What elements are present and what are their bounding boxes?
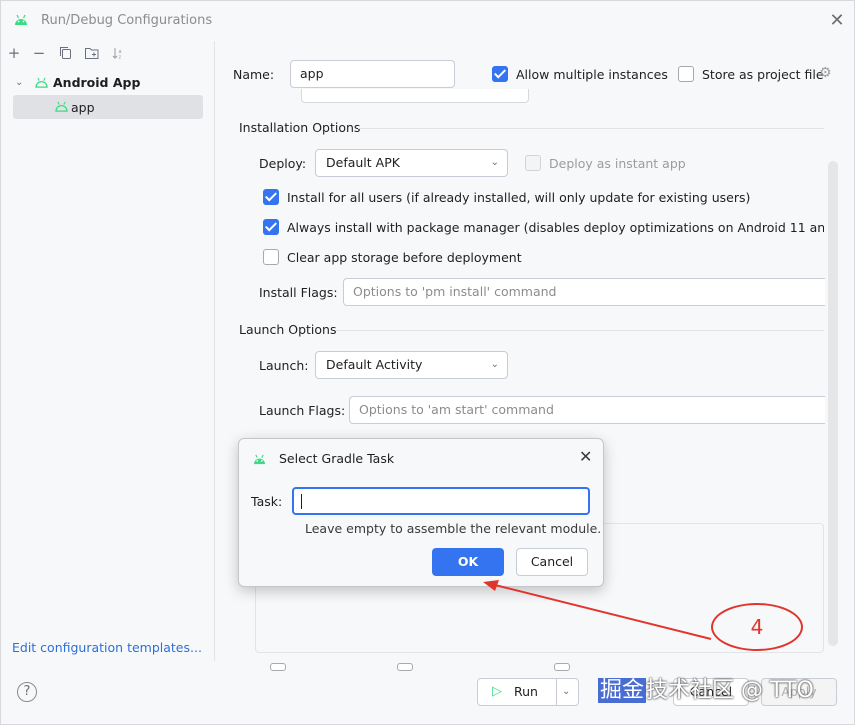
- run-debug-configurations-window: Run/Debug Configurations ✕ + − a z ⌄ And…: [0, 0, 855, 725]
- store-project-file-label: Store as project file: [702, 67, 824, 82]
- deploy-value: Default APK: [326, 155, 400, 170]
- annotation-step-circle: 4: [711, 603, 803, 651]
- deploy-label: Deploy:: [259, 156, 307, 171]
- gear-icon[interactable]: ⚙: [819, 65, 832, 81]
- divider: [358, 128, 824, 129]
- always-install-pm-label: Always install with package manager (dis…: [287, 220, 824, 235]
- always-install-pm-label-clip: Always install with package manager (dis…: [287, 220, 824, 235]
- text-cursor: [301, 494, 302, 509]
- ok-label: OK: [457, 554, 479, 569]
- chevron-down-icon: ⌄: [490, 157, 499, 168]
- add-icon[interactable]: +: [6, 45, 22, 61]
- installation-section-title: Installation Options: [239, 120, 361, 135]
- name-value: app: [300, 66, 324, 81]
- task-label: Task:: [251, 494, 283, 509]
- run-button[interactable]: ▷ Run ⌄: [477, 678, 579, 706]
- clipped-field-edge: [301, 89, 529, 103]
- android-icon: [35, 77, 48, 88]
- select-gradle-task-dialog: Select Gradle Task ✕ Task: Leave empty t…: [238, 438, 604, 587]
- remove-icon[interactable]: −: [31, 45, 47, 61]
- tree-group-label: Android App: [53, 75, 141, 90]
- tree-group-android-app[interactable]: ⌄ Android App: [15, 71, 205, 95]
- sort-icon[interactable]: a z: [111, 46, 125, 60]
- new-folder-icon[interactable]: [84, 46, 100, 60]
- install-flags-placeholder: Options to 'pm install' command: [353, 284, 557, 299]
- clear-storage-checkbox[interactable]: [263, 249, 279, 265]
- clear-storage-label: Clear app storage before deployment: [287, 250, 522, 265]
- help-button[interactable]: ?: [17, 682, 37, 702]
- launch-section-title: Launch Options: [239, 322, 337, 337]
- copy-icon[interactable]: [59, 46, 73, 60]
- launch-flags-placeholder: Options to 'am start' command: [359, 402, 554, 417]
- android-icon: [254, 454, 265, 465]
- android-icon: [15, 14, 27, 25]
- deploy-instant-checkbox: [525, 155, 541, 171]
- task-input[interactable]: [292, 487, 590, 515]
- watermark-rest: 技术社区 @ TTO: [646, 678, 814, 703]
- launch-value: Default Activity: [326, 357, 423, 372]
- deploy-select[interactable]: Default APK ⌄: [315, 149, 508, 177]
- svg-text:z: z: [119, 55, 122, 61]
- edit-templates-link[interactable]: Edit configuration templates...: [12, 640, 202, 655]
- close-icon[interactable]: ✕: [579, 447, 592, 466]
- chevron-down-icon: ⌄: [490, 359, 499, 370]
- help-label: ?: [23, 684, 31, 699]
- watermark-highlight: 掘金: [598, 678, 647, 703]
- launch-select[interactable]: Default Activity ⌄: [315, 351, 508, 379]
- chevron-down-icon[interactable]: ⌄: [15, 71, 23, 95]
- launch-flags-label: Launch Flags:: [259, 403, 346, 418]
- option-checkbox[interactable]: [554, 663, 570, 671]
- install-flags-input[interactable]: Options to 'pm install' command: [343, 278, 825, 306]
- annotation-number: 4: [750, 615, 764, 639]
- dialog-hint: Leave empty to assemble the relevant mod…: [305, 521, 602, 536]
- title-bar: Run/Debug Configurations ✕: [1, 1, 855, 41]
- configuration-tree-pane: [1, 41, 215, 661]
- chevron-down-icon[interactable]: ⌄: [562, 679, 570, 705]
- run-label: Run: [514, 684, 538, 699]
- deploy-instant-label: Deploy as instant app: [549, 156, 686, 171]
- annotation-arrow: [483, 580, 712, 640]
- allow-multiple-checkbox[interactable]: [492, 66, 508, 82]
- allow-multiple-label: Allow multiple instances: [516, 67, 668, 82]
- install-all-users-label: Install for all users (if already instal…: [287, 190, 751, 205]
- always-install-pm-checkbox[interactable]: [263, 219, 279, 235]
- divider: [336, 330, 824, 331]
- name-label: Name:: [233, 67, 275, 82]
- watermark: 掘金技术社区 @ TTO: [598, 675, 814, 707]
- install-flags-label: Install Flags:: [259, 285, 338, 300]
- split-divider: [556, 679, 557, 705]
- play-icon: ▷: [492, 684, 502, 699]
- install-all-users-checkbox[interactable]: [263, 189, 279, 205]
- cancel-label: Cancel: [530, 554, 574, 569]
- android-icon: [55, 101, 68, 112]
- launch-label: Launch:: [259, 358, 309, 373]
- launch-flags-input[interactable]: Options to 'am start' command: [349, 396, 825, 424]
- tree-item-app[interactable]: [13, 95, 203, 119]
- tree-item-label: app: [71, 100, 95, 115]
- dialog-title: Select Gradle Task: [279, 451, 395, 466]
- name-field[interactable]: app: [290, 60, 455, 88]
- scrollbar[interactable]: [828, 161, 838, 646]
- close-icon[interactable]: ✕: [827, 11, 847, 31]
- store-project-file-checkbox[interactable]: [678, 66, 694, 82]
- option-checkbox[interactable]: [270, 663, 286, 671]
- option-checkbox[interactable]: [397, 663, 413, 671]
- window-title: Run/Debug Configurations: [41, 13, 213, 28]
